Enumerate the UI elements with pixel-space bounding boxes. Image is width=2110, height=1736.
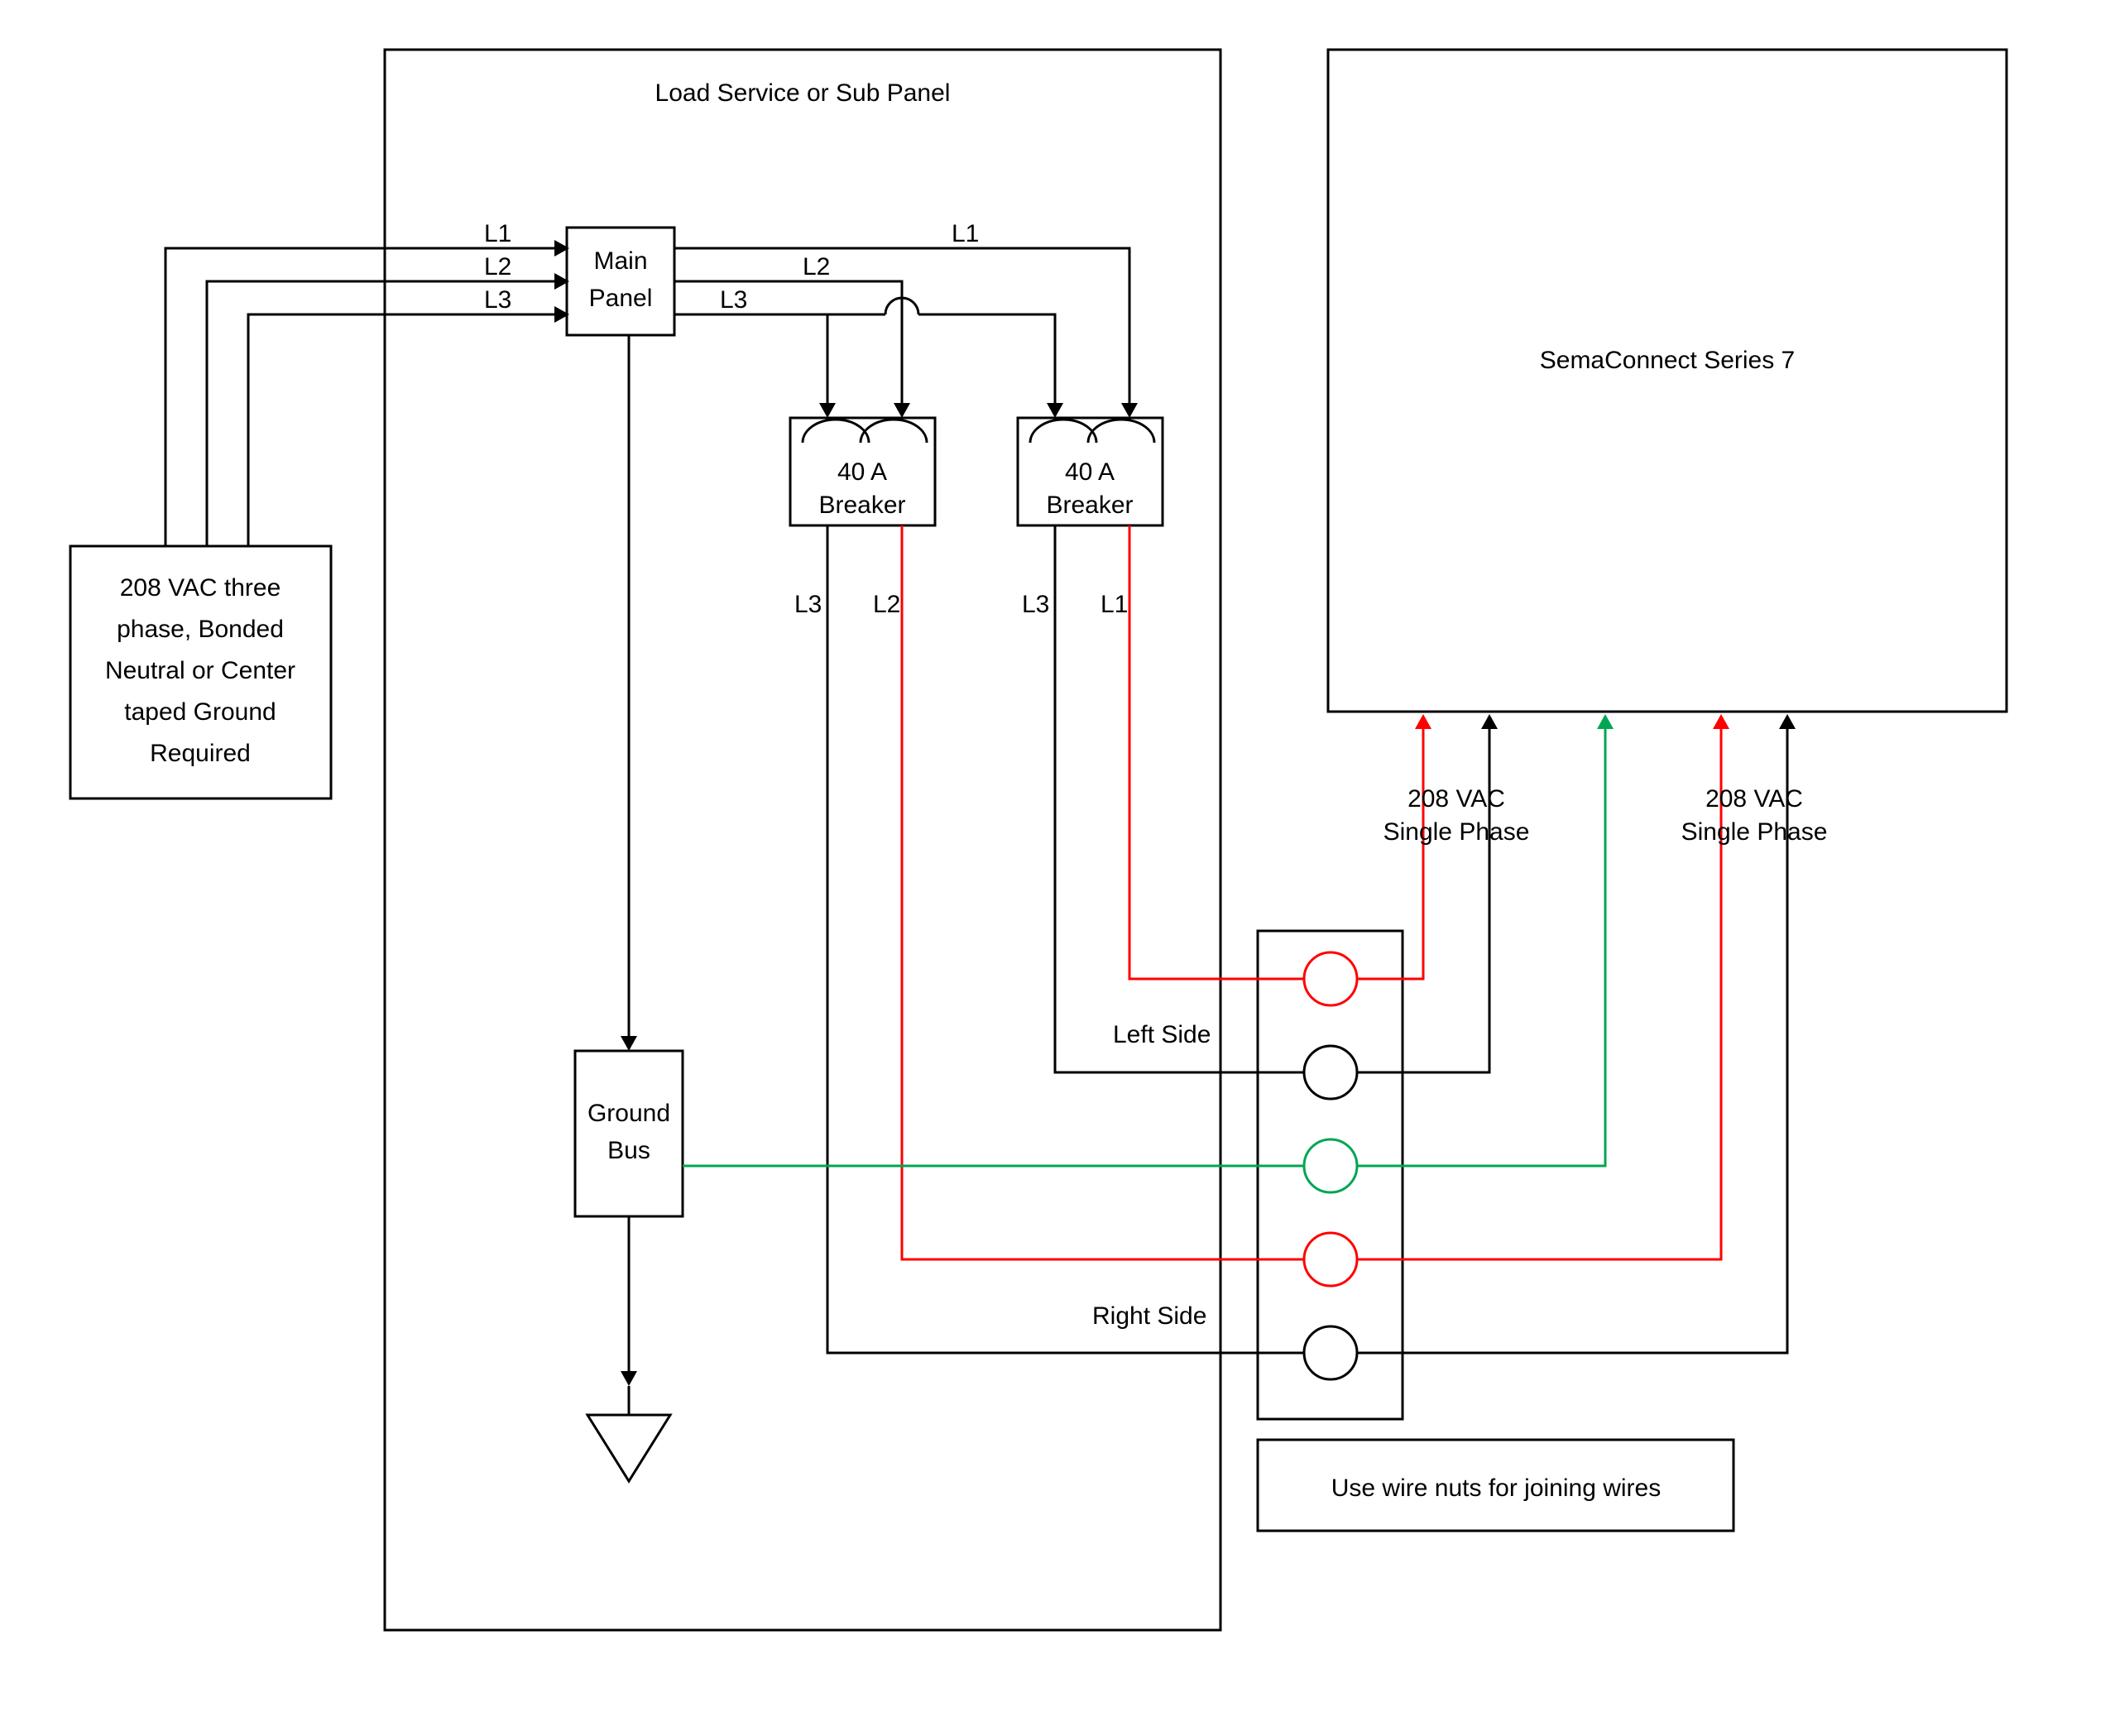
wire-b1-L3-black [827,525,1304,1353]
main-panel-line2: Panel [589,285,653,312]
power-right-line2: Single Phase [1681,818,1828,846]
source-line5: Required [150,740,251,767]
wire-main-L2 [674,281,902,405]
arrow-main-L1 [1121,403,1138,418]
main-panel-line1: Main [593,247,647,275]
breaker2-out-L3: L3 [1022,591,1049,618]
wire-main-L3a [674,314,827,405]
arrow-main-L3a [819,403,836,418]
wire-b2-L1-red [1129,525,1304,979]
breaker2-rating: 40 A [1065,458,1115,486]
power-right-line1: 208 VAC [1705,785,1803,813]
power-left-line1: 208 VAC [1407,785,1505,813]
label-src-L3: L3 [484,286,511,314]
arrow-main-L3b [1047,403,1063,418]
arrow-main-L2 [894,403,910,418]
sema-box [1328,50,2007,712]
label-main-L2: L2 [803,253,830,281]
ground-bus-line1: Ground [587,1100,670,1127]
wire-sema-L-red [1357,727,1423,979]
breaker1-label: Breaker [818,492,905,519]
breaker2-label: Breaker [1046,492,1133,519]
arrow-sema-L-black [1481,714,1498,729]
terminal-4-red [1304,1233,1357,1286]
wire-nuts-note: Use wire nuts for joining wires [1331,1475,1661,1502]
terminal-2-black [1304,1046,1357,1099]
source-line1: 208 VAC three [120,574,281,602]
arrow-sema-green [1597,714,1614,729]
terminal-1-red [1304,952,1357,1005]
breaker1-out-L3: L3 [794,591,822,618]
arrow-main-to-ground [621,1036,637,1051]
label-main-L3: L3 [720,286,747,314]
terminal-5-black [1304,1326,1357,1379]
arrow-ground-down [621,1371,637,1386]
label-main-L1: L1 [952,220,979,247]
wiring-diagram: Load Service or Sub Panel 208 VAC three … [0,0,2110,1736]
wire-b2-L3-black [1055,525,1304,1072]
arrow-sema-R-red [1713,714,1729,729]
sema-title: SemaConnect Series 7 [1540,347,1796,374]
left-side-label: Left Side [1113,1021,1211,1048]
source-line4: taped Ground [124,698,276,726]
label-src-L2: L2 [484,253,511,281]
power-left-line2: Single Phase [1383,818,1530,846]
breaker1-out-L2: L2 [873,591,900,618]
arrow-sema-L-red [1415,714,1431,729]
source-line2: phase, Bonded [117,616,284,643]
main-panel-box [567,228,674,335]
breaker2-out-L1: L1 [1101,591,1128,618]
source-line3: Neutral or Center [105,657,295,684]
earth-symbol [587,1415,670,1481]
terminal-3-green [1304,1139,1357,1192]
wire-main-L3b-seg2 [918,314,1055,405]
wire-src-L2 [207,281,554,546]
label-src-L1: L1 [484,220,511,247]
right-side-label: Right Side [1092,1302,1206,1330]
ground-bus-box [575,1051,683,1216]
wire-src-L3 [248,314,554,546]
sub-panel-title: Load Service or Sub Panel [655,79,951,107]
ground-bus-line2: Bus [607,1137,650,1164]
arrow-sema-R-black [1779,714,1796,729]
wire-b1-L2-red [902,525,1304,1259]
breaker1-rating: 40 A [837,458,887,486]
